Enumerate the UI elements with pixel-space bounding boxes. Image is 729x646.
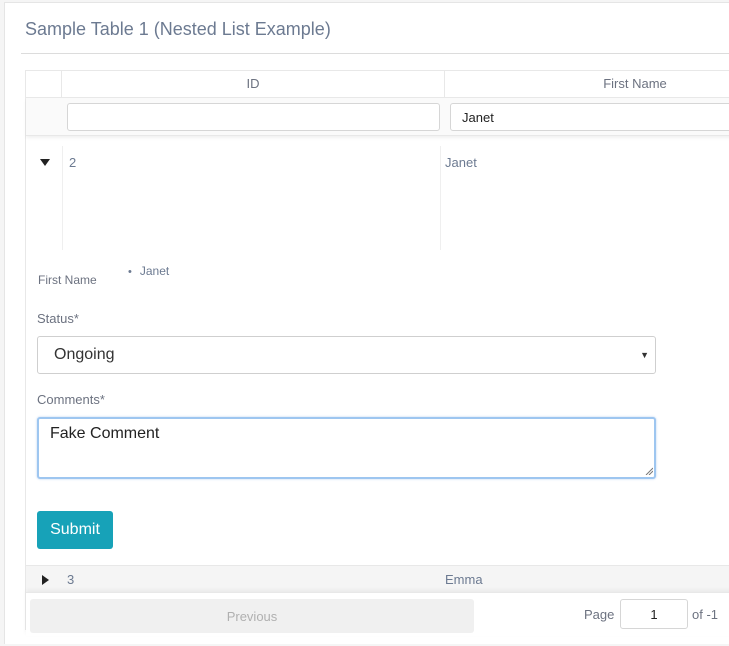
comments-textarea[interactable]: Fake Comment	[37, 417, 656, 479]
table-row: 3 Emma	[26, 565, 729, 592]
column-header-first-name[interactable]: First Name	[445, 71, 729, 98]
caret-right-icon[interactable]	[42, 575, 49, 585]
card-title: Sample Table 1 (Nested List Example)	[25, 19, 331, 39]
comments-label: Comments*	[37, 392, 105, 407]
data-table: ID First Name 2 Janet First Name Janet S…	[25, 70, 729, 636]
dropdown-arrow-icon: ▼	[640, 350, 649, 360]
status-select[interactable]: Ongoing ▼	[37, 336, 656, 374]
page-total: of -1	[692, 607, 719, 622]
submit-button[interactable]: Submit	[37, 511, 113, 549]
detail-first-name-label: First Name	[38, 273, 97, 287]
cell-id: 2	[62, 146, 441, 250]
table-header: ID First Name	[26, 71, 729, 98]
expander-header	[26, 71, 62, 98]
column-header-id[interactable]: ID	[62, 71, 445, 98]
title-divider	[21, 53, 729, 54]
page-number-input[interactable]	[620, 599, 688, 629]
page-label: Page	[584, 607, 615, 622]
filter-row	[26, 98, 729, 136]
table-row: 2 Janet	[26, 146, 729, 250]
list-item: Janet	[128, 264, 169, 278]
detail-first-name-list: Janet	[128, 264, 169, 278]
pagination: Previous Page of -1	[26, 592, 729, 636]
row-detail-panel: First Name Janet Status* Ongoing ▼ Comme…	[26, 250, 729, 564]
caret-down-icon[interactable]	[40, 159, 50, 166]
filter-id-input[interactable]	[67, 103, 440, 131]
previous-button[interactable]: Previous	[30, 599, 474, 633]
status-select-value: Ongoing	[54, 346, 115, 363]
cell-id: 3	[67, 572, 75, 587]
table-card: Sample Table 1 (Nested List Example) ID …	[4, 2, 729, 644]
cell-first-name: Emma	[445, 572, 483, 587]
cell-first-name: Janet	[445, 155, 477, 170]
status-label: Status*	[37, 311, 79, 326]
row-expander[interactable]	[26, 146, 62, 250]
filter-first-name-input[interactable]	[450, 103, 729, 131]
resize-grip-icon[interactable]	[645, 467, 653, 475]
